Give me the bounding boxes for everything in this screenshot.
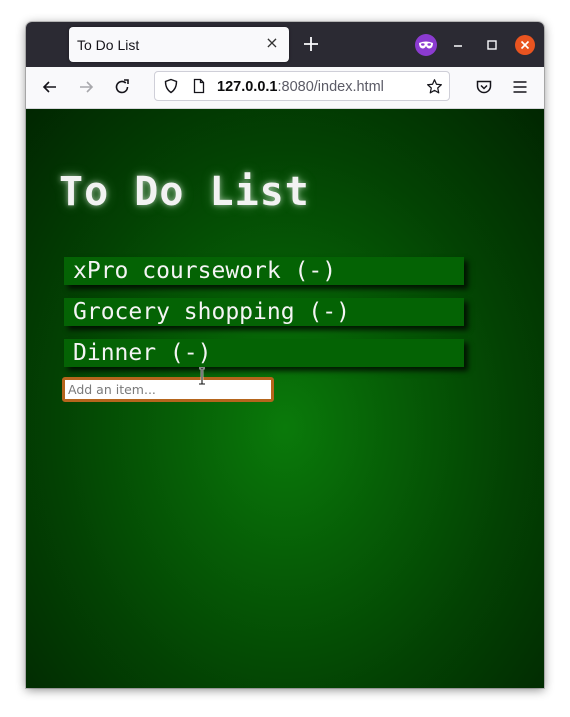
private-browsing-mask-icon[interactable] bbox=[415, 34, 437, 56]
tab-active[interactable]: To Do List × bbox=[69, 27, 289, 62]
page-icon[interactable] bbox=[191, 78, 207, 94]
hamburger-menu-icon[interactable] bbox=[510, 77, 530, 97]
page-content: To Do List xPro coursework (-) Grocery s… bbox=[26, 109, 544, 688]
navigation-toolbar: 127.0.0.1:8080/index.html bbox=[26, 67, 544, 109]
url-host: 127.0.0.1 bbox=[217, 79, 278, 95]
todo-item[interactable]: xPro coursework (-) bbox=[64, 257, 464, 285]
text-cursor-icon bbox=[199, 367, 205, 385]
forward-arrow-icon[interactable] bbox=[76, 77, 96, 97]
back-arrow-icon[interactable] bbox=[40, 77, 60, 97]
minimize-icon[interactable] bbox=[449, 36, 467, 54]
url-text[interactable]: 127.0.0.1:8080/index.html bbox=[217, 79, 384, 95]
new-tab-plus-icon[interactable] bbox=[302, 35, 320, 53]
url-path: :8080/index.html bbox=[277, 79, 384, 95]
tab-title: To Do List bbox=[77, 37, 140, 53]
todo-item[interactable]: Dinner (-) bbox=[64, 339, 464, 367]
reload-icon[interactable] bbox=[112, 77, 132, 97]
window-close-icon[interactable] bbox=[514, 34, 536, 56]
todo-item[interactable]: Grocery shopping (-) bbox=[64, 298, 464, 326]
pocket-icon[interactable] bbox=[474, 77, 494, 97]
maximize-icon[interactable] bbox=[483, 36, 501, 54]
url-bar[interactable]: 127.0.0.1:8080/index.html bbox=[154, 71, 450, 101]
shield-icon[interactable] bbox=[163, 78, 179, 94]
todo-item-label: Dinner (-) bbox=[73, 340, 212, 366]
tab-bar: To Do List × bbox=[26, 22, 544, 67]
tab-close-icon[interactable]: × bbox=[263, 34, 281, 52]
add-item-input[interactable] bbox=[62, 377, 274, 402]
bookmark-star-icon[interactable] bbox=[426, 78, 443, 95]
page-title: To Do List bbox=[59, 169, 310, 215]
browser-window: To Do List × 127.0.0.1:8080/index.html T… bbox=[26, 22, 544, 688]
todo-item-label: xPro coursework (-) bbox=[73, 258, 337, 284]
todo-item-label: Grocery shopping (-) bbox=[73, 299, 350, 325]
